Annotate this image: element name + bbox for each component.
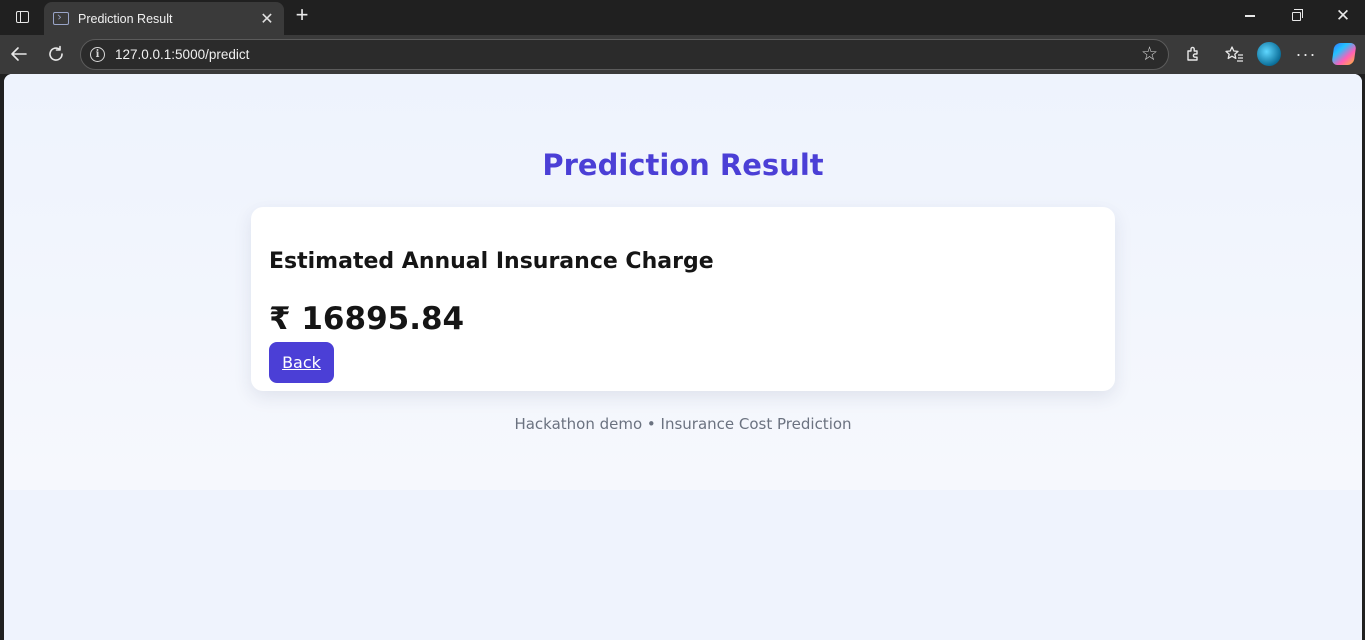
favorites-icon[interactable] bbox=[1219, 40, 1249, 68]
extensions-icon[interactable] bbox=[1178, 40, 1208, 68]
page-section: Prediction Result Estimated Annual Insur… bbox=[4, 74, 1362, 490]
more-options-icon[interactable]: ··· bbox=[1291, 40, 1321, 68]
url-text[interactable]: 127.0.0.1:5000/predict bbox=[115, 47, 249, 62]
new-tab-icon[interactable]: + bbox=[290, 4, 314, 28]
footer-text: Hackathon demo • Insurance Cost Predicti… bbox=[514, 415, 852, 433]
browser-toolbar: i 127.0.0.1:5000/predict ☆ ··· bbox=[0, 35, 1365, 74]
copilot-icon[interactable] bbox=[1329, 40, 1359, 68]
restore-icon[interactable] bbox=[1273, 0, 1319, 32]
predicted-charge-value: ₹ 16895.84 bbox=[269, 301, 465, 337]
terminal-favicon-icon bbox=[53, 12, 69, 25]
site-info-icon[interactable]: i bbox=[90, 47, 105, 62]
favorite-star-icon[interactable]: ☆ bbox=[1141, 43, 1158, 66]
back-arrow-icon[interactable] bbox=[4, 40, 34, 68]
refresh-icon[interactable] bbox=[41, 40, 71, 68]
page-viewport: Prediction Result Estimated Annual Insur… bbox=[4, 74, 1362, 640]
address-bar[interactable]: i 127.0.0.1:5000/predict ☆ bbox=[80, 39, 1169, 70]
minimize-icon[interactable] bbox=[1227, 0, 1273, 32]
close-window-icon[interactable]: ✕ bbox=[1320, 0, 1365, 32]
result-card: Estimated Annual Insurance Charge ₹ 1689… bbox=[251, 207, 1115, 391]
tab-actions-icon[interactable] bbox=[8, 4, 36, 30]
result-heading: Estimated Annual Insurance Charge bbox=[269, 249, 714, 274]
tab-title: Prediction Result bbox=[78, 11, 173, 26]
profile-icon[interactable] bbox=[1254, 40, 1284, 68]
close-tab-icon[interactable]: ✕ bbox=[256, 8, 278, 30]
back-button[interactable]: Back bbox=[269, 342, 334, 383]
browser-tab[interactable]: Prediction Result ✕ bbox=[44, 2, 284, 35]
browser-title-bar: Prediction Result ✕ + ✕ bbox=[0, 0, 1365, 35]
page-title: Prediction Result bbox=[542, 148, 824, 182]
